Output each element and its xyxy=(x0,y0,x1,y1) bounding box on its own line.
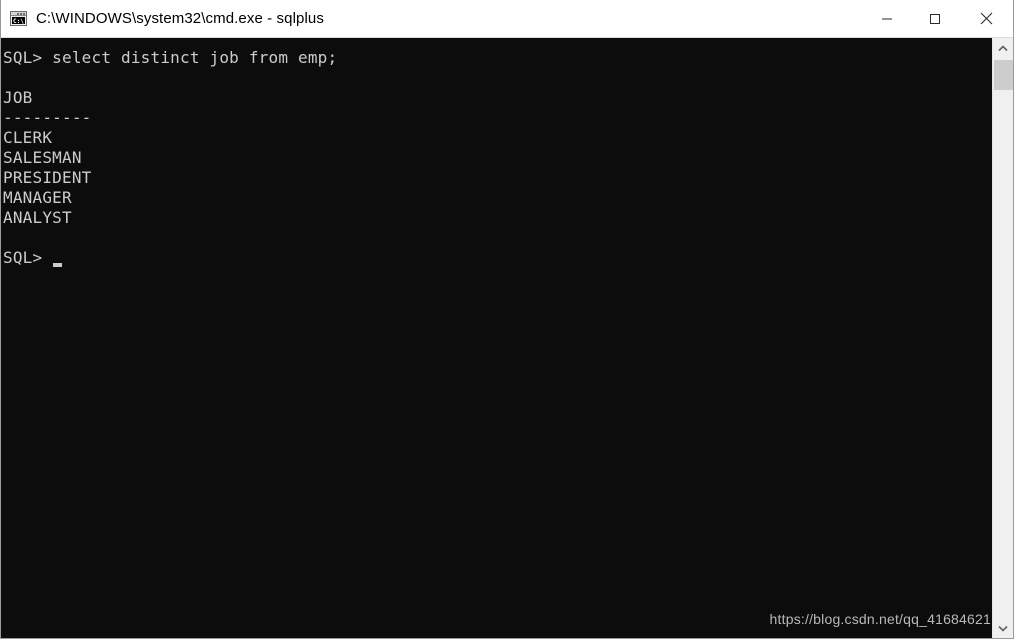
scroll-down-button[interactable] xyxy=(993,618,1013,638)
cmd-icon-dot-1 xyxy=(17,13,19,15)
cmd-icon-prompt: C:\ xyxy=(12,17,25,24)
window-title: C:\WINDOWS\system32\cmd.exe - sqlplus xyxy=(36,10,324,27)
minimize-icon xyxy=(881,13,893,25)
cmd-icon: C:\ xyxy=(10,11,27,26)
maximize-button[interactable] xyxy=(911,0,959,37)
close-button[interactable] xyxy=(959,0,1013,37)
minimize-button[interactable] xyxy=(863,0,911,37)
scrollbar-thumb[interactable] xyxy=(994,60,1013,90)
cmd-icon-dot-2 xyxy=(20,13,22,15)
maximize-icon xyxy=(929,13,941,25)
close-icon xyxy=(980,12,993,25)
cmd-icon-titlebar xyxy=(11,12,26,16)
cmd-window: C:\ C:\WINDOWS\system32\cmd.exe - sqlplu… xyxy=(0,0,1014,639)
terminal-output-area[interactable]: SQL> select distinct job from emp; JOB -… xyxy=(1,38,993,638)
cmd-icon-dot-3 xyxy=(23,13,25,15)
scroll-up-button[interactable] xyxy=(993,38,1013,58)
chevron-down-icon xyxy=(998,619,1008,637)
title-bar-left: C:\ C:\WINDOWS\system32\cmd.exe - sqlplu… xyxy=(1,10,863,27)
console-text: SQL> select distinct job from emp; JOB -… xyxy=(3,48,338,267)
block-cursor xyxy=(53,263,63,267)
watermark-text: https://blog.csdn.net/qq_41684621 xyxy=(769,611,991,627)
chevron-up-icon xyxy=(998,39,1008,57)
window-controls xyxy=(863,0,1013,37)
vertical-scrollbar[interactable] xyxy=(992,38,1013,638)
title-bar[interactable]: C:\ C:\WINDOWS\system32\cmd.exe - sqlplu… xyxy=(1,0,1013,38)
